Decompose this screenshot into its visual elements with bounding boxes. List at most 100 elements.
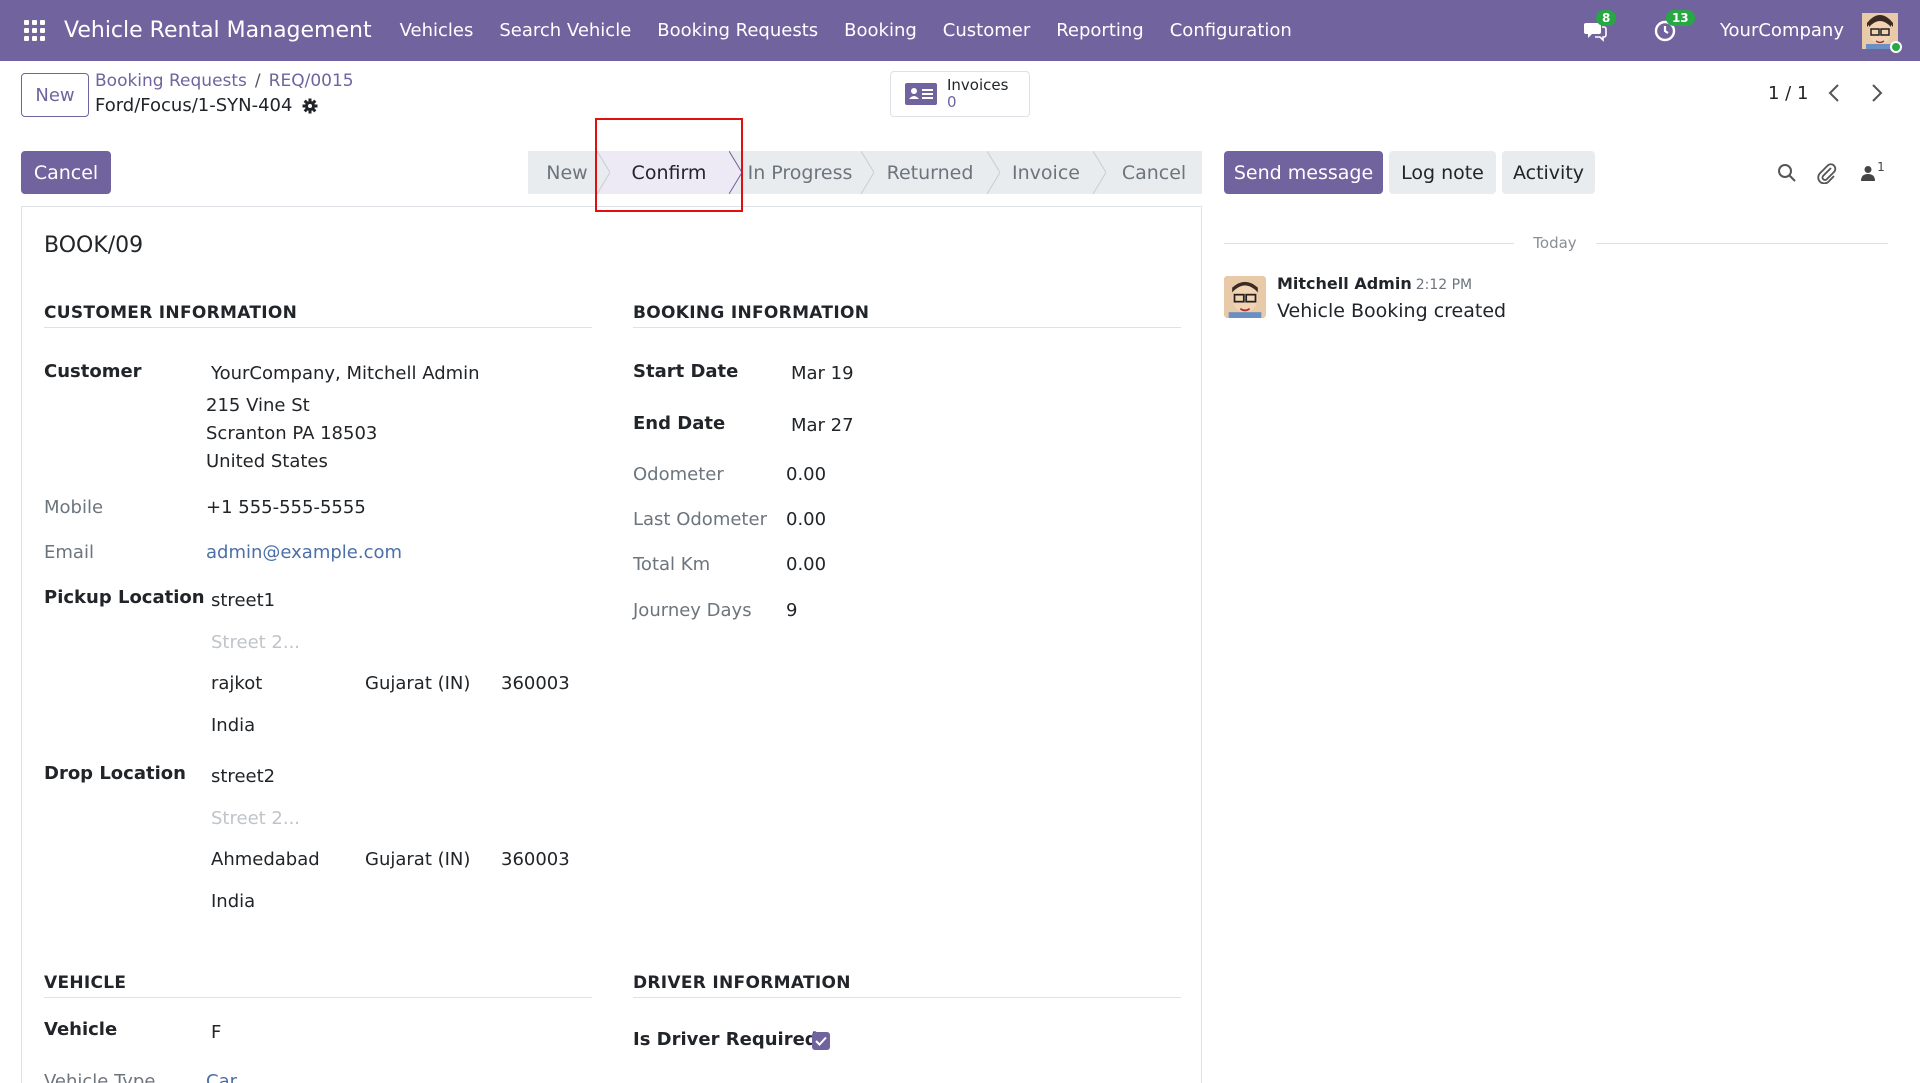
top-navbar: Vehicle Rental Management Vehicles Searc…: [0, 0, 1920, 61]
activities-badge: 13: [1665, 9, 1695, 26]
last-odometer-field: 0.00: [786, 509, 827, 530]
checkmark-icon: [815, 1036, 827, 1046]
drop-street2-field[interactable]: Street 2...: [211, 808, 300, 829]
menu-configuration[interactable]: Configuration: [1170, 20, 1292, 41]
drop-country-field[interactable]: India: [211, 891, 255, 912]
date-separator: Today: [1533, 234, 1577, 252]
pickup-zip-field[interactable]: 360003: [501, 673, 570, 694]
pickup-street2-field[interactable]: Street 2...: [211, 632, 300, 653]
email-label: Email: [44, 542, 94, 563]
message-author-name[interactable]: Mitchell Admin: [1277, 274, 1412, 293]
pickup-state-field[interactable]: Gujarat (IN): [365, 673, 470, 694]
odometer-label: Odometer: [633, 464, 724, 485]
activity-button[interactable]: Activity: [1502, 151, 1595, 194]
total-km-label: Total Km: [633, 554, 711, 575]
customer-field[interactable]: YourCompany, Mitchell Admin: [211, 363, 480, 384]
app-title[interactable]: Vehicle Rental Management: [64, 18, 372, 43]
user-avatar[interactable]: [1862, 12, 1902, 53]
driver-required-checkbox[interactable]: [812, 1032, 830, 1050]
email-field[interactable]: admin@example.com: [206, 542, 402, 563]
breadcrumb-separator: /: [254, 71, 261, 91]
date-divider-line: [1224, 243, 1514, 244]
drop-location-label: Drop Location: [44, 763, 186, 784]
breadcrumb-request[interactable]: REQ/0015: [269, 71, 354, 91]
company-switcher[interactable]: YourCompany: [1720, 20, 1844, 41]
end-date-label: End Date: [633, 413, 726, 434]
message-author-avatar[interactable]: [1224, 276, 1266, 318]
invoices-smart-button[interactable]: Invoices 0: [890, 71, 1030, 117]
stage-label: Cancel: [1121, 161, 1187, 184]
mobile-label: Mobile: [44, 497, 104, 518]
pickup-country-field[interactable]: India: [211, 715, 255, 736]
stage-label: Returned: [886, 161, 974, 184]
vehicle-type-label: Vehicle Type: [44, 1071, 156, 1083]
drop-zip-field[interactable]: 360003: [501, 849, 570, 870]
section-divider: [633, 327, 1181, 328]
pager-value[interactable]: 1 / 1: [1768, 83, 1808, 104]
menu-vehicles[interactable]: Vehicles: [400, 20, 474, 41]
drop-city-field[interactable]: Ahmedabad: [211, 849, 320, 870]
booking-title[interactable]: BOOK/09: [44, 233, 143, 258]
invoice-card-icon: [905, 83, 937, 105]
menu-customer[interactable]: Customer: [943, 20, 1030, 41]
menu-search-vehicle[interactable]: Search Vehicle: [499, 20, 631, 41]
cancel-button[interactable]: Cancel: [21, 151, 111, 194]
menu-booking[interactable]: Booking: [844, 20, 917, 41]
customer-label: Customer: [44, 361, 142, 382]
message-time: 2:12 PM: [1415, 277, 1473, 293]
driver-section-title: DRIVER INFORMATION: [633, 973, 851, 993]
messages-badge: 8: [1595, 9, 1617, 26]
search-messages-button[interactable]: [1774, 160, 1800, 186]
apps-menu-icon[interactable]: [24, 19, 46, 42]
drop-street-field[interactable]: street2: [211, 766, 275, 787]
user-icon: [1861, 166, 1876, 181]
activities-button[interactable]: 13: [1650, 9, 1695, 46]
confirm-highlight-box: [595, 118, 743, 212]
vehicle-type-field[interactable]: Car: [206, 1071, 237, 1083]
drop-state-field[interactable]: Gujarat (IN): [365, 849, 470, 870]
vehicle-field[interactable]: F: [211, 1022, 221, 1043]
followers-button[interactable]: 1: [1856, 160, 1890, 186]
driver-required-label: Is Driver Required: [633, 1029, 818, 1050]
vehicle-section-title: VEHICLE: [44, 973, 127, 993]
stage-in-progress[interactable]: In Progress: [730, 151, 874, 194]
chevron-left-icon: [1828, 84, 1839, 102]
start-date-label: Start Date: [633, 361, 739, 382]
pickup-location-label: Pickup Location: [44, 587, 205, 608]
smart-button-count: 0: [947, 93, 957, 111]
start-date-field[interactable]: Mar 19: [791, 363, 854, 384]
followers-count: 1: [1877, 160, 1885, 174]
pickup-city-field[interactable]: rajkot: [211, 673, 262, 694]
stage-invoice[interactable]: Invoice: [988, 151, 1106, 194]
messages-button[interactable]: 8: [1580, 9, 1617, 46]
vehicle-label: Vehicle: [44, 1019, 118, 1040]
send-message-button[interactable]: Send message: [1224, 151, 1383, 194]
gear-icon[interactable]: [302, 98, 318, 114]
stage-cancel[interactable]: Cancel: [1094, 151, 1202, 194]
new-button[interactable]: New: [21, 73, 89, 117]
section-divider: [44, 997, 592, 998]
customer-address-line: United States: [206, 451, 328, 472]
paperclip-icon: [1817, 163, 1837, 184]
record-name-text: Ford/Focus/1-SYN-404: [95, 95, 293, 116]
pager-next-button[interactable]: [1865, 81, 1889, 105]
stage-label: Invoice: [1012, 161, 1080, 184]
online-status-dot: [1890, 40, 1902, 53]
log-note-button[interactable]: Log note: [1389, 151, 1496, 194]
message-body: Vehicle Booking created: [1277, 300, 1507, 322]
record-name: Ford/Focus/1-SYN-404: [95, 95, 318, 116]
section-divider: [633, 997, 1181, 998]
stage-returned[interactable]: Returned: [862, 151, 1000, 194]
stage-new[interactable]: New: [528, 151, 610, 194]
menu-booking-requests[interactable]: Booking Requests: [657, 20, 818, 41]
attachments-button[interactable]: [1814, 160, 1840, 186]
breadcrumb-booking-requests[interactable]: Booking Requests: [95, 71, 247, 91]
customer-address-line: 215 Vine St: [206, 395, 310, 416]
pager-previous-button[interactable]: [1822, 81, 1846, 105]
message-author[interactable]: Mitchell Admin 2:12 PM: [1277, 274, 1472, 293]
journey-days-label: Journey Days: [633, 600, 752, 621]
pickup-street-field[interactable]: street1: [211, 590, 275, 611]
mobile-field[interactable]: +1 555-555-5555: [206, 497, 366, 518]
end-date-field[interactable]: Mar 27: [791, 415, 854, 436]
menu-reporting[interactable]: Reporting: [1056, 20, 1144, 41]
